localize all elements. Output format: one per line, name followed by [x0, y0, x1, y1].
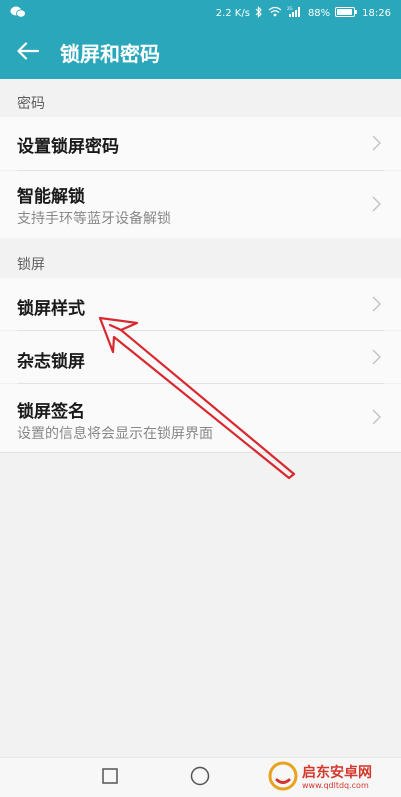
smart-unlock-description: 支持手环等蓝牙设备解锁 [17, 211, 171, 227]
page-title: 锁屏和密码 [60, 42, 160, 66]
back-arrow-icon [17, 41, 40, 64]
bluetooth-icon [255, 5, 263, 21]
recent-apps-button[interactable] [80, 758, 140, 797]
watermark-logo-icon [268, 761, 298, 795]
back-button[interactable] [0, 26, 56, 79]
wifi-icon [268, 6, 282, 20]
chevron-right-icon [372, 296, 382, 316]
chevron-right-icon [372, 135, 382, 155]
smart-unlock-item[interactable]: 智能解锁 支持手环等蓝牙设备解锁 [0, 171, 401, 238]
square-icon [102, 768, 118, 788]
watermark-title: 启东安卓网 [302, 765, 372, 781]
section-header-lockscreen: 锁屏 [0, 240, 401, 278]
chevron-right-icon [372, 349, 382, 369]
signal-type-label: 2G [287, 6, 293, 11]
home-button[interactable] [170, 758, 230, 797]
divider [0, 452, 401, 453]
section-header-password: 密码 [0, 79, 401, 117]
lockscreen-style-item[interactable]: 锁屏样式 [0, 278, 401, 330]
wechat-notification-icon [10, 6, 26, 21]
set-lock-password-item[interactable]: 设置锁屏密码 [0, 117, 401, 170]
status-bar: 2.2 K/s 2G 88% 18:26 [0, 0, 401, 26]
magazine-lockscreen-item[interactable]: 杂志锁屏 [0, 331, 401, 383]
chevron-right-icon [372, 196, 382, 216]
clock: 18:26 [362, 7, 391, 19]
battery-percent: 88% [307, 7, 331, 19]
lockscreen-signature-label: 锁屏签名 [17, 402, 85, 422]
signal-icon: 2G [287, 6, 303, 21]
chevron-right-icon [372, 409, 382, 429]
site-watermark: 启东安卓网 www.qdltdq.com [268, 761, 398, 795]
set-lock-password-label: 设置锁屏密码 [17, 137, 119, 157]
lockscreen-signature-description: 设置的信息将会显示在锁屏界面 [17, 426, 213, 442]
lockscreen-style-label: 锁屏样式 [17, 299, 85, 319]
magazine-lockscreen-label: 杂志锁屏 [17, 352, 85, 372]
network-speed: 2.2 K/s [215, 7, 250, 19]
battery-icon [335, 6, 357, 20]
watermark-url: www.qdltdq.com [302, 781, 369, 790]
circle-icon [190, 766, 210, 790]
app-header: 锁屏和密码 [0, 26, 401, 79]
smart-unlock-label: 智能解锁 [17, 187, 85, 207]
lockscreen-signature-item[interactable]: 锁屏签名 设置的信息将会显示在锁屏界面 [0, 384, 401, 452]
